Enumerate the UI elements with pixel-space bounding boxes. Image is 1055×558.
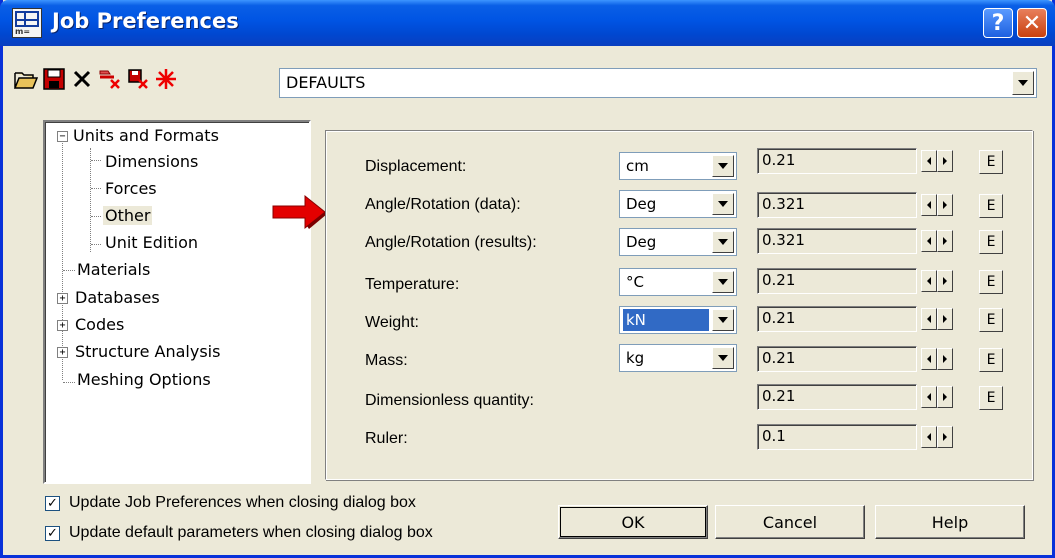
open-folder-icon[interactable] [13,66,39,92]
chevron-down-icon[interactable] [712,231,734,253]
close-button[interactable]: ✕ [1017,8,1047,38]
preset-value: DEFAULTS [286,73,366,92]
remove-icon-1[interactable] [97,66,123,92]
decrease-button[interactable] [921,194,937,216]
decrease-button[interactable] [921,426,937,448]
tree-item-databases[interactable]: + Databases [55,288,162,307]
edit-button[interactable]: E [979,194,1003,218]
preset-combo[interactable]: DEFAULTS [279,68,1037,98]
increase-button[interactable] [937,426,953,448]
cancel-button[interactable]: Cancel [715,505,865,539]
increase-button[interactable] [937,386,953,408]
decrease-button[interactable] [921,348,937,370]
weight-label: Weight: [365,314,419,331]
mass-label: Mass: [365,352,408,369]
job-preferences-dialog: m= Job Preferences ? ✕ DEFAULTS − Units … [0,0,1055,558]
update-default-checkbox[interactable]: ✓ [45,526,60,541]
increase-button[interactable] [937,308,953,330]
expand-icon[interactable]: + [57,293,68,304]
mass-value: 0.21 [757,346,917,372]
angle-data-value: 0.321 [757,192,917,218]
tree-item-codes[interactable]: + Codes [55,315,126,334]
increase-button[interactable] [937,270,953,292]
red-arrow-icon [272,194,327,230]
angle-results-unit-select[interactable]: Deg [619,228,737,256]
update-job-checkbox[interactable]: ✓ [45,496,60,511]
edit-button[interactable]: E [979,348,1003,372]
edit-button[interactable]: E [979,386,1003,410]
temperature-value: 0.21 [757,268,917,294]
remove-icon-2[interactable] [125,66,151,92]
reset-star-icon[interactable] [153,66,179,92]
save-icon[interactable] [41,66,67,92]
edit-button[interactable]: E [979,308,1003,332]
angle-results-label: Angle/Rotation (results): [365,234,537,251]
dimensionless-label: Dimensionless quantity: [365,392,534,409]
title-bar[interactable]: m= Job Preferences ? ✕ [0,0,1055,46]
decrease-button[interactable] [921,308,937,330]
ok-button[interactable]: OK [558,505,708,539]
angle-data-unit-select[interactable]: Deg [619,190,737,218]
question-mark-icon: ? [991,10,1005,36]
temperature-label: Temperature: [365,276,460,293]
increase-button[interactable] [937,194,953,216]
tree-item-meshing-options[interactable]: Meshing Options [75,370,213,389]
tree-item-unit-edition[interactable]: Unit Edition [103,233,200,252]
decrease-button[interactable] [921,150,937,172]
edit-button[interactable]: E [979,150,1003,174]
chevron-down-icon[interactable] [712,155,734,177]
chevron-down-icon[interactable] [712,193,734,215]
tree-item-other[interactable]: Other [103,206,153,225]
tree-item-dimensions[interactable]: Dimensions [103,152,200,171]
help-button[interactable]: Help [875,505,1025,539]
chevron-down-icon[interactable] [712,309,734,331]
weight-unit-select[interactable]: kN [619,306,737,334]
tree-item-materials[interactable]: Materials [75,260,152,279]
weight-value: 0.21 [757,306,917,332]
dimensionless-value: 0.21 [757,384,917,410]
help-title-button[interactable]: ? [983,8,1013,38]
increase-button[interactable] [937,150,953,172]
grid-app-icon: m= [12,8,42,38]
increase-button[interactable] [937,348,953,370]
collapse-icon[interactable]: − [57,131,68,142]
chevron-down-icon [1018,80,1028,86]
tree-item-forces[interactable]: Forces [103,179,159,198]
expand-icon[interactable]: + [57,320,68,331]
close-x-icon: ✕ [1022,10,1042,36]
angle-data-label: Angle/Rotation (data): [365,196,521,213]
decrease-button[interactable] [921,270,937,292]
preset-dropdown-button[interactable] [1012,71,1034,95]
displacement-label: Displacement: [365,158,467,175]
angle-results-value: 0.321 [757,228,917,254]
tree-item-units-and-formats[interactable]: − Units and Formats [55,126,221,145]
edit-button[interactable]: E [979,270,1003,294]
ruler-label: Ruler: [365,430,408,447]
decrease-button[interactable] [921,230,937,252]
temperature-unit-select[interactable]: °C [619,268,737,296]
delete-x-icon[interactable] [69,66,95,92]
displacement-value: 0.21 [757,148,917,174]
chevron-down-icon[interactable] [712,347,734,369]
window-title: Job Preferences [52,9,239,33]
edit-button[interactable]: E [979,230,1003,254]
decrease-button[interactable] [921,386,937,408]
preferences-tree[interactable]: − Units and Formats Dimensions Forces Ot… [43,120,311,484]
chevron-down-icon[interactable] [712,271,734,293]
tree-item-structure-analysis[interactable]: + Structure Analysis [55,342,222,361]
increase-button[interactable] [937,230,953,252]
displacement-unit-select[interactable]: cm [619,152,737,180]
ruler-value: 0.1 [757,424,917,450]
mass-unit-select[interactable]: kg [619,344,737,372]
expand-icon[interactable]: + [57,347,68,358]
